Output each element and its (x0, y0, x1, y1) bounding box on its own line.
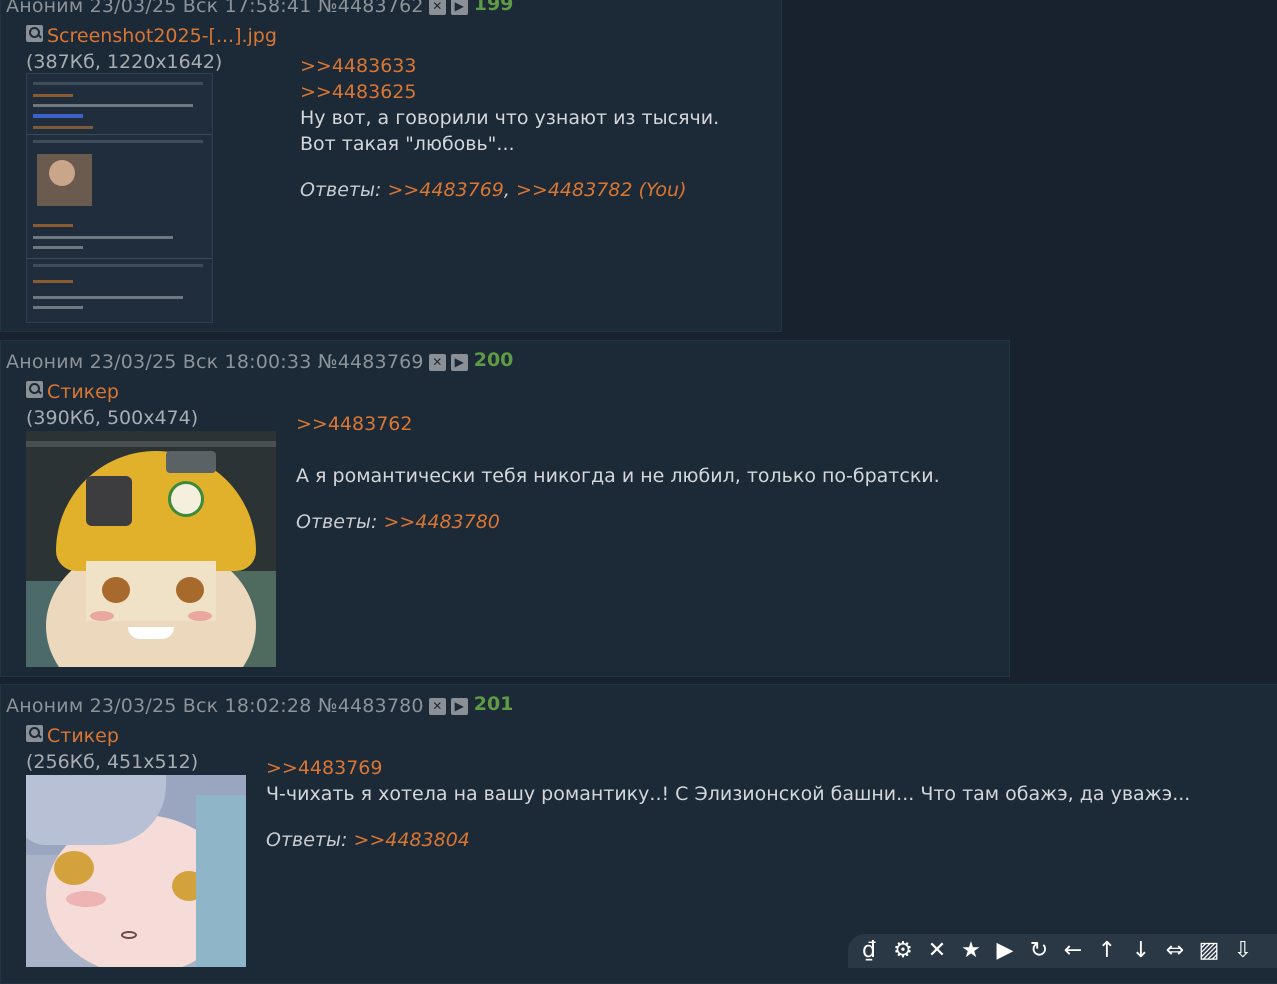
quote-link[interactable]: >>4483769 (266, 755, 1190, 781)
post-text: Ч-чихать я хотела на вашу романтику..! С… (266, 783, 1191, 805)
download-icon[interactable]: ⇩ (1228, 936, 1258, 966)
navigation-toolbar: ₫ ⚙ ✕ ★ ▶ ↻ ← ↑ ↓ ⇔ ▨ ⇩ (848, 934, 1277, 968)
reply-link[interactable]: >>4483769 (387, 179, 503, 201)
post-header: Аноним 23/03/25 Вск 18:00:33 №4483769 ✕ … (6, 349, 514, 373)
replies-label: Ответы: (266, 829, 348, 851)
post-text: Вот такая "любовь"... (300, 133, 515, 155)
post-4483769: Аноним 23/03/25 Вск 18:00:33 №4483769 ✕ … (0, 340, 1010, 677)
file-line: Screenshot2025-[...].jpg (26, 24, 277, 47)
arrow-down-icon[interactable]: ↓ (1126, 936, 1156, 966)
post-text: А я романтически тебя никогда и не любил… (296, 465, 940, 487)
replies: Ответы: >>4483780 (296, 509, 940, 535)
post-count: 201 (473, 693, 514, 715)
magnify-icon[interactable] (26, 24, 43, 42)
file-line: Стикер (26, 724, 119, 747)
hide-post-icon[interactable]: ✕ (428, 353, 446, 371)
file-link[interactable]: Screenshot2025-[...].jpg (47, 25, 277, 47)
post-thumbnail[interactable] (26, 775, 246, 967)
file-link[interactable]: Стикер (47, 381, 119, 403)
expand-icon[interactable]: ⇔ (1160, 936, 1190, 966)
post-meta: Аноним 23/03/25 Вск 18:02:28 №4483780 (6, 695, 424, 717)
post-body: >>4483769 Ч-чихать я хотела на вашу рома… (266, 755, 1190, 853)
hide-post-icon[interactable]: ✕ (428, 697, 446, 715)
post-thumbnail[interactable] (26, 431, 276, 667)
post-thumbnail[interactable] (26, 73, 213, 323)
post-text: Ну вот, а говорили что узнают из тысячи. (300, 107, 720, 129)
quote-link[interactable]: >>4483762 (296, 411, 940, 437)
post-body: >>4483633 >>4483625 Ну вот, а говорили ч… (300, 53, 719, 203)
quote-link[interactable]: >>4483625 (300, 79, 719, 105)
reply-link[interactable]: >>4483804 (353, 829, 469, 851)
arrow-left-icon[interactable]: ← (1058, 936, 1088, 966)
arrow-up-icon[interactable]: ↑ (1092, 936, 1122, 966)
post-header: Аноним 23/03/25 Вск 18:02:28 №4483780 ✕ … (6, 693, 514, 717)
post-meta: Аноним 23/03/25 Вск 17:58:41 №4483762 (6, 0, 424, 17)
post-count: 200 (473, 349, 514, 371)
logo-icon[interactable]: ₫ (854, 936, 884, 966)
replies: Ответы: >>4483804 (266, 827, 1190, 853)
quote-link[interactable]: >>4483633 (300, 53, 719, 79)
play-icon[interactable]: ▶ (450, 353, 468, 371)
close-icon[interactable]: ✕ (922, 936, 952, 966)
hide-images-icon[interactable]: ▨ (1194, 936, 1224, 966)
reply-link[interactable]: >>4483780 (383, 511, 499, 533)
replies: Ответы: >>4483769, >>4483782 (You) (300, 179, 687, 201)
post-count: 199 (473, 0, 514, 15)
magnify-icon[interactable] (26, 380, 43, 398)
post-meta: Аноним 23/03/25 Вск 18:00:33 №4483769 (6, 351, 424, 373)
favorites-icon[interactable]: ★ (956, 936, 986, 966)
file-line: Стикер (26, 380, 119, 403)
file-link[interactable]: Стикер (47, 725, 119, 747)
file-info: (387Кб, 1220x1642) (26, 51, 223, 73)
settings-icon[interactable]: ⚙ (888, 936, 918, 966)
reply-link[interactable]: >>4483782 (You) (516, 179, 687, 201)
magnify-icon[interactable] (26, 724, 43, 742)
post-header: Аноним 23/03/25 Вск 17:58:41 №4483762 ✕ … (6, 0, 513, 17)
hide-post-icon[interactable]: ✕ (428, 0, 446, 15)
post-4483762: Аноним 23/03/25 Вск 17:58:41 №4483762 ✕ … (0, 0, 782, 332)
file-info: (390Кб, 500x474) (26, 407, 199, 429)
refresh-icon[interactable]: ↻ (1024, 936, 1054, 966)
play-icon[interactable]: ▶ (990, 936, 1020, 966)
play-icon[interactable]: ▶ (450, 0, 468, 15)
replies-label: Ответы: (300, 179, 382, 201)
post-body: >>4483762 А я романтически тебя никогда … (296, 411, 940, 535)
play-icon[interactable]: ▶ (450, 697, 468, 715)
file-info: (256Кб, 451x512) (26, 751, 199, 773)
replies-label: Ответы: (296, 511, 378, 533)
